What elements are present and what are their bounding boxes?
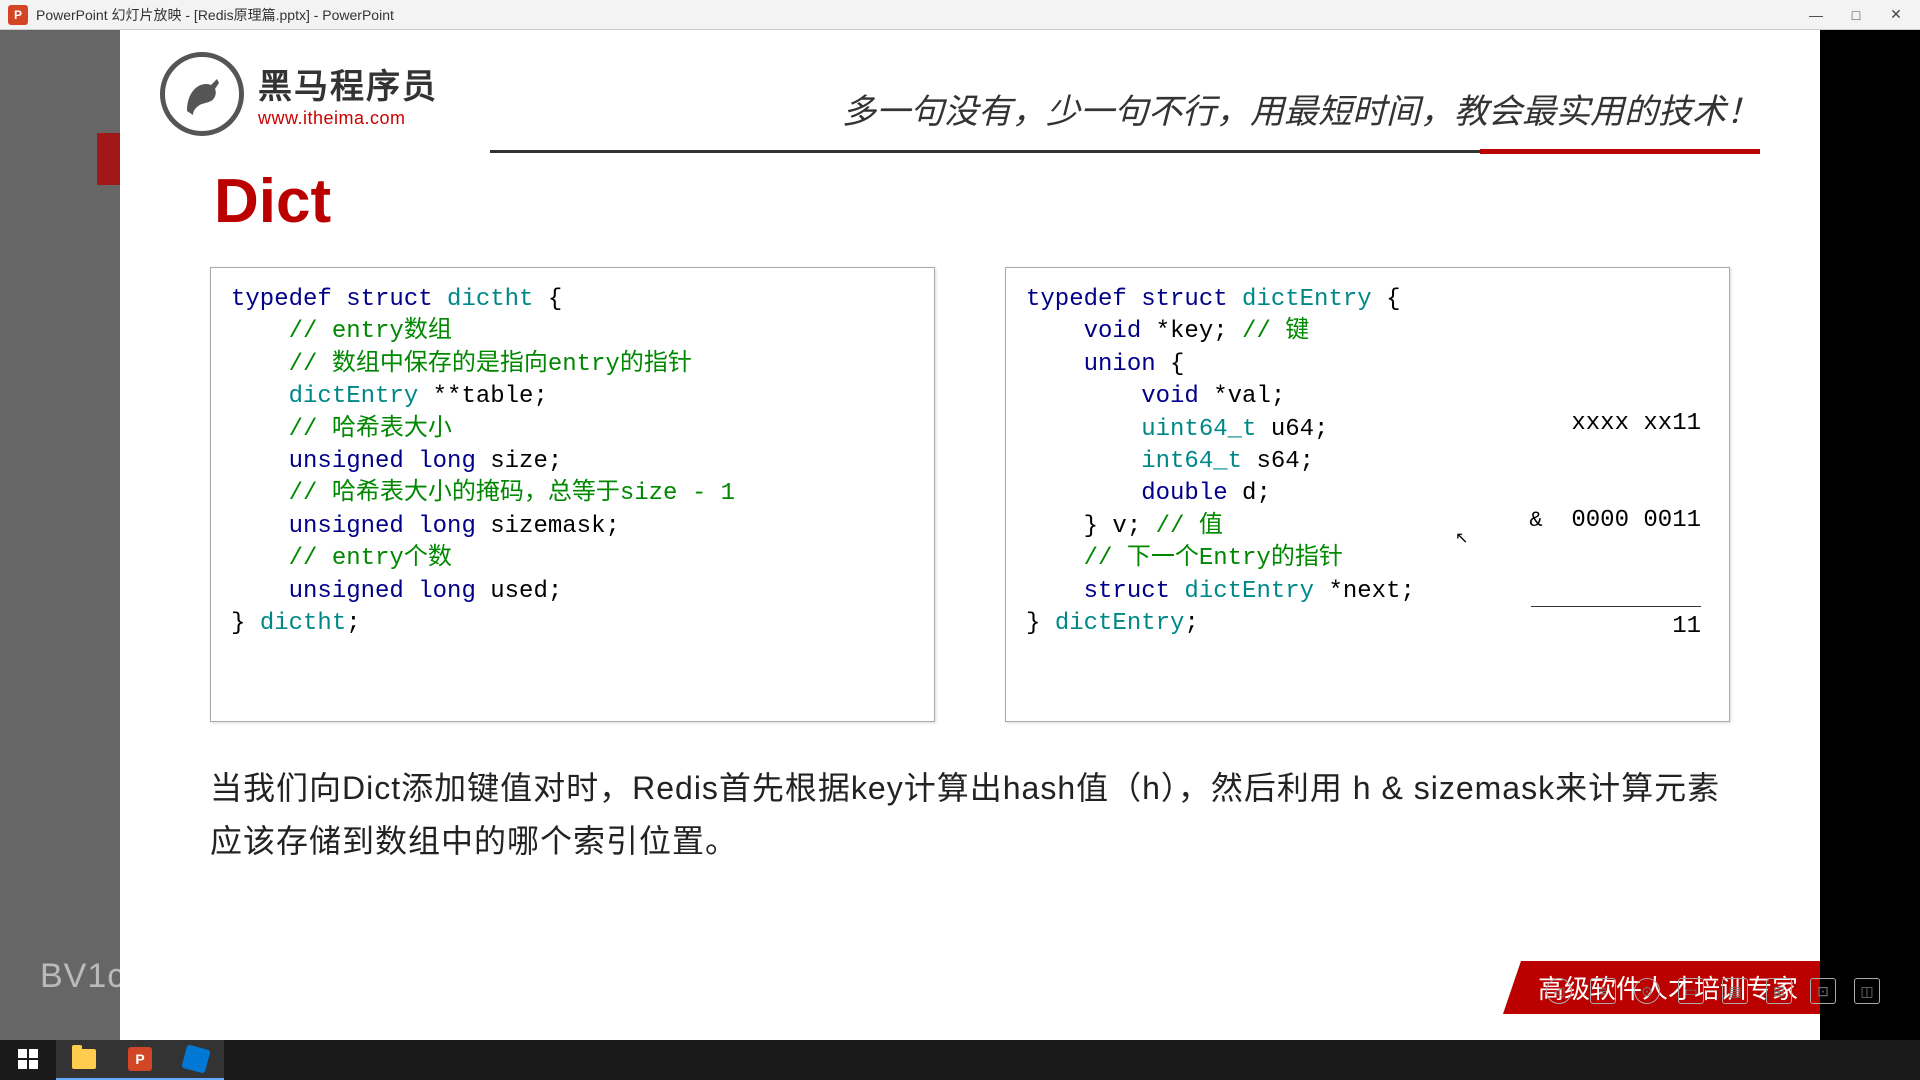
video-timestamp-overlay: BV1cr4y1671t P148 11:25/18:00 — [40, 957, 558, 996]
start-button[interactable] — [0, 1040, 56, 1080]
slide-title: Dict — [214, 166, 1730, 237]
close-button[interactable]: ✕ — [1888, 7, 1904, 23]
menu-button[interactable]: ≡ — [1590, 978, 1616, 1004]
vscode-task-button[interactable] — [168, 1040, 224, 1080]
presentation-area[interactable]: 黑马程序员 www.itheima.com 多一句没有，少一句不行，用最短时间，… — [0, 30, 1920, 1040]
logo-chinese: 黑马程序员 — [258, 59, 438, 108]
slide-content: 黑马程序员 www.itheima.com 多一句没有，少一句不行，用最短时间，… — [120, 30, 1820, 1040]
header-divider — [490, 150, 1760, 153]
window-controls: — □ ✕ — [1808, 7, 1904, 23]
bit-row-1: xxxx xx11 — [1499, 408, 1701, 440]
window-title: PowerPoint 幻灯片放映 - [Redis原理篇.pptx] - Pow… — [36, 5, 1808, 25]
presentation-controls: ◁ ≡ ⊙ ▭ ▤ ⊞ ⊡ ◫ — [1546, 978, 1880, 1004]
view-button-1[interactable]: ▭ — [1678, 978, 1704, 1004]
explanation-text: 当我们向Dict添加键值对时，Redis首先根据key计算出hash值（h），然… — [210, 762, 1730, 868]
powerpoint-task-icon: P — [128, 1047, 152, 1071]
prev-slide-button[interactable]: ◁ — [1546, 978, 1572, 1004]
powerpoint-task-button[interactable]: P — [112, 1040, 168, 1080]
bit-result: 11 — [1531, 606, 1701, 643]
minimize-button[interactable]: — — [1808, 7, 1824, 23]
maximize-button[interactable]: □ — [1848, 7, 1864, 23]
slogan-text: 多一句没有，少一句不行，用最短时间，教会最实用的技术！ — [842, 84, 1760, 133]
bit-row-2: & 0000 0011 — [1499, 505, 1701, 537]
file-explorer-button[interactable] — [56, 1040, 112, 1080]
code-box-dictentry: typedef struct dictEntry { void *key; //… — [1005, 267, 1730, 722]
window-titlebar: P PowerPoint 幻灯片放映 - [Redis原理篇.pptx] - P… — [0, 0, 1920, 30]
bit-calculation: xxxx xx11 & 0000 0011 11 — [1499, 343, 1701, 708]
logo-url: www.itheima.com — [258, 108, 438, 129]
folder-icon — [72, 1049, 96, 1069]
logo-circle-icon — [160, 52, 244, 136]
red-accent-tab — [97, 133, 122, 185]
windows-icon — [18, 1049, 38, 1069]
taskbar[interactable]: P — [0, 1040, 1920, 1080]
logo-text: 黑马程序员 www.itheima.com — [258, 59, 438, 129]
code-box-dictht: typedef struct dictht { // entry数组 // 数组… — [210, 267, 935, 722]
vscode-icon — [181, 1044, 210, 1073]
powerpoint-icon: P — [8, 5, 28, 25]
code-row: typedef struct dictht { // entry数组 // 数组… — [210, 267, 1730, 722]
view-button-3[interactable]: ⊞ — [1766, 978, 1792, 1004]
view-button-2[interactable]: ▤ — [1722, 978, 1748, 1004]
view-button-5[interactable]: ◫ — [1854, 978, 1880, 1004]
slide-body: Dict typedef struct dictht { // entry数组 … — [120, 136, 1820, 868]
logo: 黑马程序员 www.itheima.com — [160, 52, 438, 136]
view-button-4[interactable]: ⊡ — [1810, 978, 1836, 1004]
zoom-button[interactable]: ⊙ — [1634, 978, 1660, 1004]
slide-header: 黑马程序员 www.itheima.com 多一句没有，少一句不行，用最短时间，… — [120, 30, 1820, 136]
horse-icon — [177, 69, 227, 119]
